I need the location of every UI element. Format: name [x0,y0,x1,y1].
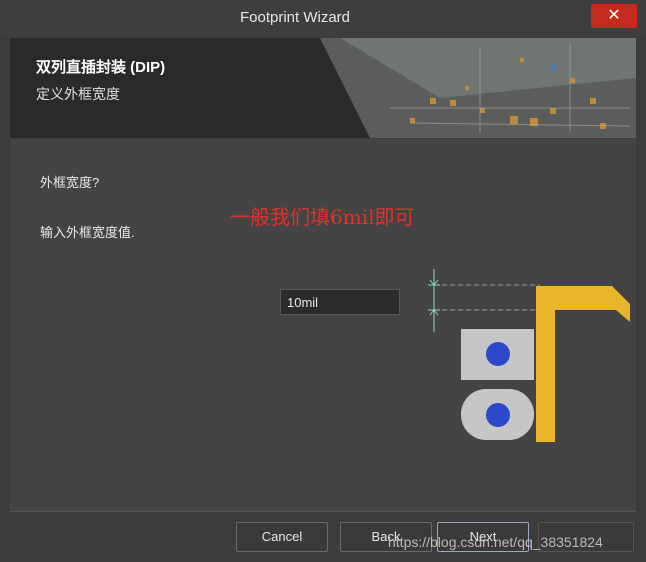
watermark-text: https://blog.csdn.net/qq_38351824 [388,534,603,550]
outline-width-input[interactable] [280,289,400,315]
title-bar: Footprint Wizard ✕ [0,0,646,36]
annotation-text: 一般我们填6mil即可 [230,205,415,229]
cancel-button[interactable]: Cancel [236,522,328,552]
component-outline [536,286,630,442]
header-subtitle: 定义外框宽度 [36,86,120,102]
close-icon: ✕ [607,7,621,24]
dimension-marker [428,269,440,332]
footprint-wizard-window: Footprint Wizard ✕ 双列直插封装 (DIP) 定义外框宽度 外… [0,0,646,562]
header-title: 双列直插封装 (DIP) [36,59,166,76]
window-title: Footprint Wizard [239,9,351,26]
wizard-header: 双列直插封装 (DIP) 定义外框宽度 [10,38,636,138]
wizard-content: 外框宽度? 一般我们填6mil即可 输入外框宽度值. [10,139,636,512]
close-button[interactable]: ✕ [591,4,637,28]
question-label: 外框宽度? [40,175,100,190]
pad-hole-2 [486,403,510,427]
prompt-label: 输入外框宽度值. [40,225,135,240]
outline-width-diagram [428,269,630,442]
wizard-footer: Cancel Back Next https://blog.csdn.net/q… [0,512,646,562]
pad-hole-1 [486,342,510,366]
